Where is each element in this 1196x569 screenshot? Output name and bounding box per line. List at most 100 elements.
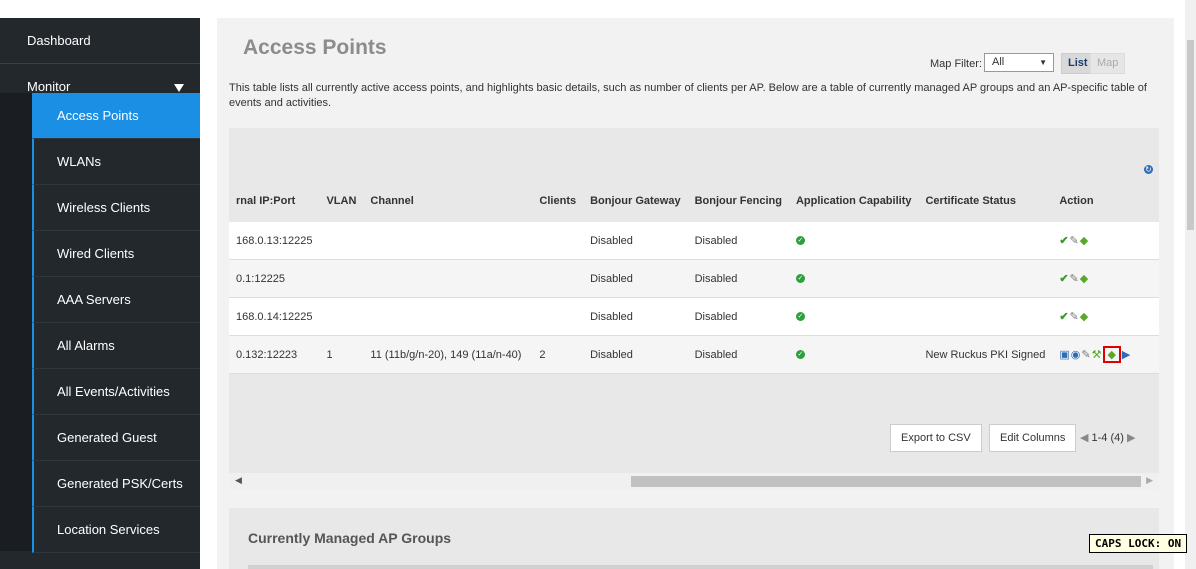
- cell-app-capability: ✓: [788, 222, 919, 260]
- page-description: This table lists all currently active ac…: [229, 82, 1147, 109]
- sidebar-item-all-alarms[interactable]: All Alarms: [32, 323, 200, 369]
- horizontal-scrollbar[interactable]: ◀ ▶: [229, 473, 1159, 490]
- sidebar-item-wired-clients[interactable]: Wired Clients: [32, 231, 200, 277]
- sidebar-item-aaa-servers[interactable]: AAA Servers: [32, 277, 200, 323]
- map-view-button[interactable]: Map: [1090, 53, 1126, 74]
- cell-vlan: 1: [319, 335, 364, 374]
- cell-ip: 168.0.14:12225: [229, 297, 320, 336]
- floorplan-icon[interactable]: ▣: [1059, 348, 1069, 361]
- column-header-channel[interactable]: Channel: [363, 180, 533, 222]
- refresh-icon[interactable]: ↻: [1144, 165, 1153, 174]
- edit-icon[interactable]: ✎: [1070, 310, 1079, 323]
- cell-ip: 0.132:12223: [229, 335, 320, 374]
- map-filter-label: Map Filter:: [930, 58, 982, 70]
- cell-app-capability: ✓: [788, 335, 919, 374]
- column-header-bonjour-gateway[interactable]: Bonjour Gateway: [583, 180, 688, 222]
- cell-bonjour-gateway: Disabled: [583, 335, 688, 374]
- sidebar-item-label: Location Services: [57, 522, 160, 537]
- sidebar-item-dashboard[interactable]: Dashboard: [0, 18, 200, 64]
- ap-groups-title: Currently Managed AP Groups: [248, 530, 452, 546]
- approve-icon[interactable]: ✔: [1059, 234, 1068, 247]
- sidebar-item-label: Dashboard: [27, 33, 91, 48]
- cell-app-capability: ✓: [788, 259, 919, 298]
- column-header-cert-status[interactable]: Certificate Status: [918, 180, 1053, 222]
- restart-icon[interactable]: ▶: [1122, 348, 1130, 361]
- pager: ◀ 1-4 (4) ▶: [1080, 431, 1135, 444]
- export-csv-button[interactable]: Export to CSV: [890, 424, 982, 452]
- scroll-left-icon[interactable]: ◀: [235, 475, 242, 486]
- cell-clients: [532, 259, 584, 298]
- scroll-right-icon[interactable]: ▶: [1146, 475, 1153, 486]
- column-header-app-capability[interactable]: Application Capability: [788, 180, 919, 222]
- approve-icon[interactable]: ✔: [1059, 272, 1068, 285]
- sidebar-item-all-events[interactable]: All Events/Activities: [32, 369, 200, 415]
- sidebar-item-access-points[interactable]: Access Points: [32, 93, 200, 139]
- cell-clients: [532, 297, 584, 336]
- scrollbar-thumb[interactable]: [631, 476, 1141, 487]
- submenu-rail: [0, 93, 32, 551]
- table-row: 0.132:12223 1 11 (11b/g/n-20), 149 (11a/…: [229, 335, 1159, 374]
- cell-app-capability: ✓: [788, 297, 919, 336]
- cell-ip: 168.0.13:12225: [229, 222, 320, 260]
- edit-icon[interactable]: ✎: [1070, 272, 1079, 285]
- sidebar-item-generated-psk-certs[interactable]: Generated PSK/Certs: [32, 461, 200, 507]
- tag-icon[interactable]: ◆: [1080, 310, 1088, 323]
- caps-lock-indicator: CAPS LOCK: ON: [1089, 534, 1188, 553]
- wrench-icon[interactable]: ⚒: [1092, 348, 1102, 361]
- cell-channel: 11 (11b/g/n-20), 149 (11a/n-40): [363, 335, 533, 374]
- cell-cert-status: New Ruckus PKI Signed: [918, 335, 1053, 374]
- sidebar-item-generated-guest[interactable]: Generated Guest: [32, 415, 200, 461]
- sidebar-item-location-services[interactable]: Location Services: [32, 507, 200, 553]
- sidebar-item-label: All Alarms: [57, 338, 115, 353]
- next-page-icon[interactable]: ▶: [1127, 432, 1135, 444]
- column-header-clients[interactable]: Clients: [532, 180, 584, 222]
- column-header-bonjour-fencing[interactable]: Bonjour Fencing: [687, 180, 789, 222]
- edit-columns-button[interactable]: Edit Columns: [989, 424, 1077, 452]
- cell-cert-status: [918, 297, 1053, 336]
- cell-actions: ✔✎◆: [1052, 259, 1159, 298]
- cell-vlan: [319, 297, 364, 336]
- cell-bonjour-fencing: Disabled: [687, 222, 789, 260]
- cell-channel: [363, 297, 533, 336]
- sidebar-item-label: Wired Clients: [57, 246, 135, 261]
- access-points-table-panel: ↻ rnal IP:Port VLAN Channel Clients Bonj…: [229, 128, 1159, 490]
- cell-clients: [532, 222, 584, 260]
- pager-range: 1-4 (4): [1091, 432, 1124, 444]
- sidebar-item-wireless-clients[interactable]: Wireless Clients: [32, 185, 200, 231]
- cell-bonjour-gateway: Disabled: [583, 222, 688, 260]
- cell-actions: ▣◉✎⚒ ◆ ▶: [1052, 335, 1159, 374]
- approve-icon[interactable]: ✔: [1059, 310, 1068, 323]
- sidebar-item-wlans[interactable]: WLANs: [32, 139, 200, 185]
- cell-channel: [363, 259, 533, 298]
- ap-groups-panel: Currently Managed AP Groups: [229, 508, 1159, 569]
- check-circle-icon: ✓: [795, 236, 805, 246]
- caret-down-icon: [174, 84, 184, 92]
- vertical-scrollbar[interactable]: [1185, 0, 1196, 569]
- sidebar-item-label: Monitor: [27, 79, 71, 94]
- page-title: Access Points: [243, 36, 387, 59]
- cell-bonjour-gateway: Disabled: [583, 259, 688, 298]
- sidebar-item-label: Access Points: [57, 108, 139, 123]
- column-header-ip[interactable]: rnal IP:Port: [229, 180, 320, 222]
- check-circle-icon: ✓: [795, 312, 805, 322]
- globe-icon[interactable]: ◉: [1071, 348, 1081, 361]
- tag-icon[interactable]: ◆: [1080, 234, 1088, 247]
- map-filter-select[interactable]: All ▼: [984, 53, 1054, 72]
- prev-page-icon[interactable]: ◀: [1080, 432, 1088, 444]
- edit-icon[interactable]: ✎: [1081, 348, 1090, 361]
- tag-icon[interactable]: ◆: [1080, 272, 1088, 285]
- chevron-down-icon: ▼: [1039, 58, 1047, 67]
- check-circle-icon: ✓: [795, 350, 805, 360]
- cell-vlan: [319, 222, 364, 260]
- cell-channel: [363, 222, 533, 260]
- cell-cert-status: [918, 222, 1053, 260]
- tag-icon: ◆: [1107, 349, 1116, 361]
- cell-ip: 0.1:12225: [229, 259, 320, 298]
- sidebar-item-label: Wireless Clients: [57, 200, 151, 215]
- edit-icon[interactable]: ✎: [1070, 234, 1079, 247]
- column-header-vlan[interactable]: VLAN: [319, 180, 364, 222]
- tag-icon-highlighted[interactable]: ◆: [1103, 346, 1121, 363]
- column-header-action: Action: [1052, 180, 1159, 222]
- scrollbar-thumb[interactable]: [1187, 40, 1194, 230]
- main-panel: Access Points Map Filter: All ▼ List Map…: [217, 18, 1174, 569]
